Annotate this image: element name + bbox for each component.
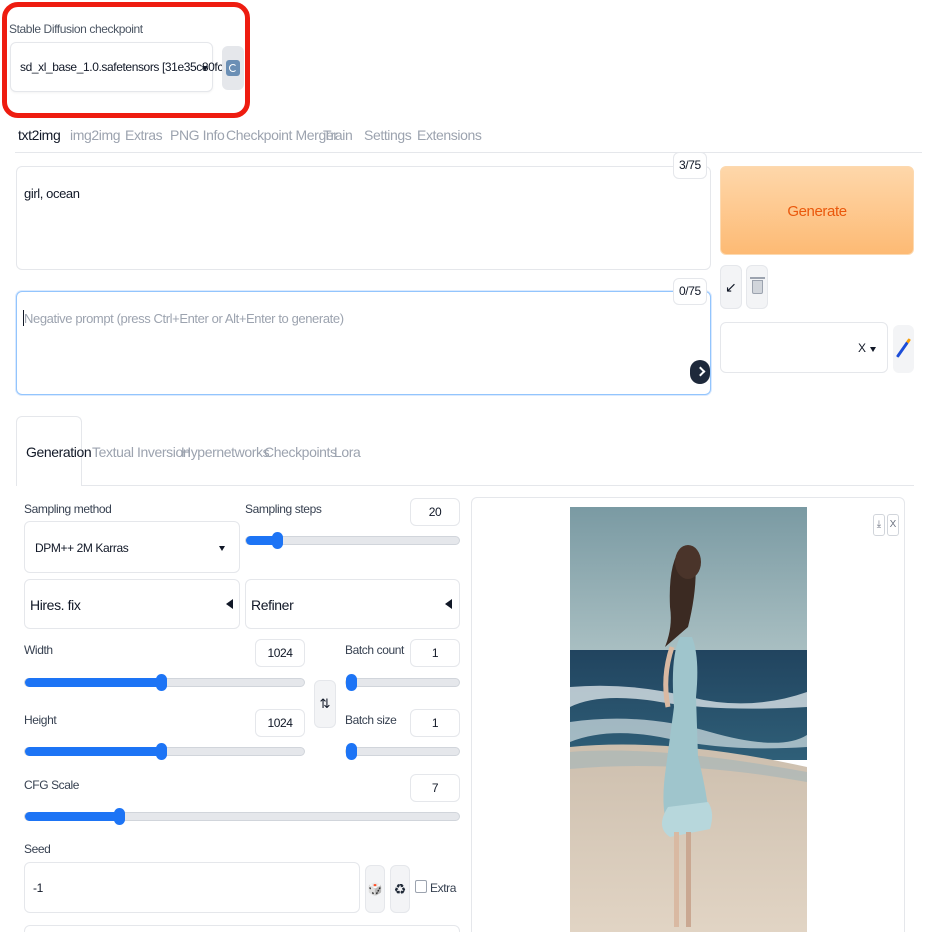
batch-size-input[interactable]: 1 — [410, 709, 460, 737]
slider-fill — [25, 812, 120, 821]
slider-thumb[interactable] — [346, 743, 357, 760]
batch-size-label: Batch size — [345, 713, 397, 727]
seed-value: -1 — [33, 881, 43, 895]
tab-txt2img[interactable]: txt2img — [18, 127, 61, 143]
collapse-arrow-icon — [445, 599, 452, 609]
seed-label: Seed — [24, 842, 51, 856]
sampling-steps-label: Sampling steps — [245, 502, 322, 516]
width-label: Width — [24, 643, 53, 657]
extra-seed-label: Extra — [430, 881, 457, 895]
slider-thumb[interactable] — [114, 808, 125, 825]
extra-seed-checkbox[interactable] — [415, 880, 427, 893]
negative-prompt-input[interactable]: Negative prompt (press Ctrl+Enter or Alt… — [16, 291, 711, 395]
collapse-arrow-icon — [226, 599, 233, 609]
tabs-divider — [15, 152, 922, 153]
refresh-icon — [226, 60, 240, 76]
hires-fix-label: Hires. fix — [30, 597, 81, 613]
seed-input[interactable]: -1 — [24, 862, 360, 913]
refresh-checkpoint-button[interactable] — [222, 46, 244, 90]
arrow-right-icon[interactable] — [690, 360, 710, 384]
height-input[interactable]: 1024 — [255, 709, 305, 737]
width-input[interactable]: 1024 — [255, 639, 305, 667]
tab-png-info[interactable]: PNG Info — [170, 127, 225, 143]
random-seed-button[interactable]: 🎲 — [365, 865, 385, 913]
swap-dimensions-button[interactable]: ⇅ — [314, 680, 336, 728]
generated-image-art — [570, 507, 807, 932]
styles-select[interactable]: X — [720, 322, 888, 373]
width-slider[interactable] — [24, 674, 305, 691]
tab-settings[interactable]: Settings — [364, 127, 412, 143]
subtab-lora[interactable]: Lora — [334, 444, 361, 460]
tab-img2img[interactable]: img2img — [70, 127, 121, 143]
height-label: Height — [24, 713, 57, 727]
sampling-steps-input[interactable]: 20 — [410, 498, 460, 526]
generate-button[interactable]: Generate — [720, 166, 914, 255]
reuse-seed-button[interactable]: ♻ — [390, 865, 410, 913]
chevron-down-icon — [870, 347, 876, 352]
subtab-hypernetworks[interactable]: Hypernetworks — [181, 444, 270, 460]
clear-prompt-button[interactable] — [746, 265, 768, 309]
batch-size-slider[interactable] — [345, 743, 460, 760]
trash-icon — [752, 280, 763, 294]
subtab-textual-inversion[interactable]: Textual Inversion — [92, 444, 191, 460]
checkpoint-value: sd_xl_base_1.0.safetensors [31e35c80fc] — [20, 60, 226, 74]
dice-icon: 🎲 — [367, 882, 383, 896]
read-params-button[interactable]: ↙ — [720, 265, 742, 309]
sampling-method-value: DPM++ 2M Karras — [35, 541, 129, 555]
cfg-scale-input[interactable]: 7 — [410, 774, 460, 802]
height-slider[interactable] — [24, 743, 305, 760]
subtab-generation[interactable]: Generation — [26, 444, 92, 460]
batch-count-input[interactable]: 1 — [410, 639, 460, 667]
edit-styles-button[interactable] — [893, 325, 914, 373]
prompt-token-counter: 3/75 — [673, 152, 707, 179]
cfg-scale-label: CFG Scale — [24, 778, 80, 792]
arrow-down-left-icon: ↙ — [725, 279, 737, 295]
sampling-steps-slider[interactable] — [245, 532, 460, 549]
batch-count-label: Batch count — [345, 643, 404, 657]
checkpoint-select[interactable]: sd_xl_base_1.0.safetensors [31e35c80fc] — [10, 42, 226, 92]
tab-extras[interactable]: Extras — [125, 127, 163, 143]
trash-lid — [750, 277, 765, 279]
slider-thumb[interactable] — [346, 674, 357, 691]
chevron-down-icon — [219, 546, 225, 551]
close-icon[interactable]: X — [887, 514, 899, 536]
slider-thumb[interactable] — [272, 532, 283, 549]
slider-thumb[interactable] — [156, 743, 167, 760]
subtab-checkpoints[interactable]: Checkpoints — [264, 444, 337, 460]
subtabs-divider — [82, 485, 914, 486]
refiner-accordion[interactable]: Refiner — [245, 579, 460, 629]
slider-fill — [25, 678, 162, 687]
prompt-text: girl, ocean — [24, 186, 80, 201]
download-icon[interactable]: ⤓ — [873, 514, 885, 536]
clear-style-icon[interactable]: X — [858, 341, 866, 355]
tab-checkpoint-merger[interactable]: Checkpoint Merger — [226, 127, 338, 143]
tab-train[interactable]: Train — [323, 127, 353, 143]
negative-prompt-placeholder: Negative prompt (press Ctrl+Enter or Alt… — [24, 311, 344, 326]
slider-fill — [25, 747, 162, 756]
scripts-panel — [24, 925, 460, 932]
negative-prompt-token-counter: 0/75 — [673, 278, 707, 305]
generated-image[interactable] — [570, 507, 807, 932]
sampling-method-select[interactable]: DPM++ 2M Karras — [24, 521, 240, 573]
sampling-method-label: Sampling method — [24, 502, 112, 516]
refiner-label: Refiner — [251, 597, 294, 613]
slider-thumb[interactable] — [156, 674, 167, 691]
recycle-icon: ♻ — [393, 881, 407, 897]
hires-fix-accordion[interactable]: Hires. fix — [24, 579, 240, 629]
chevron-down-icon — [202, 66, 208, 71]
batch-count-slider[interactable] — [345, 674, 460, 691]
tab-extensions[interactable]: Extensions — [417, 127, 482, 143]
cfg-scale-slider[interactable] — [24, 808, 460, 825]
prompt-input[interactable]: girl, ocean — [16, 166, 711, 270]
checkpoint-label: Stable Diffusion checkpoint — [9, 22, 143, 36]
